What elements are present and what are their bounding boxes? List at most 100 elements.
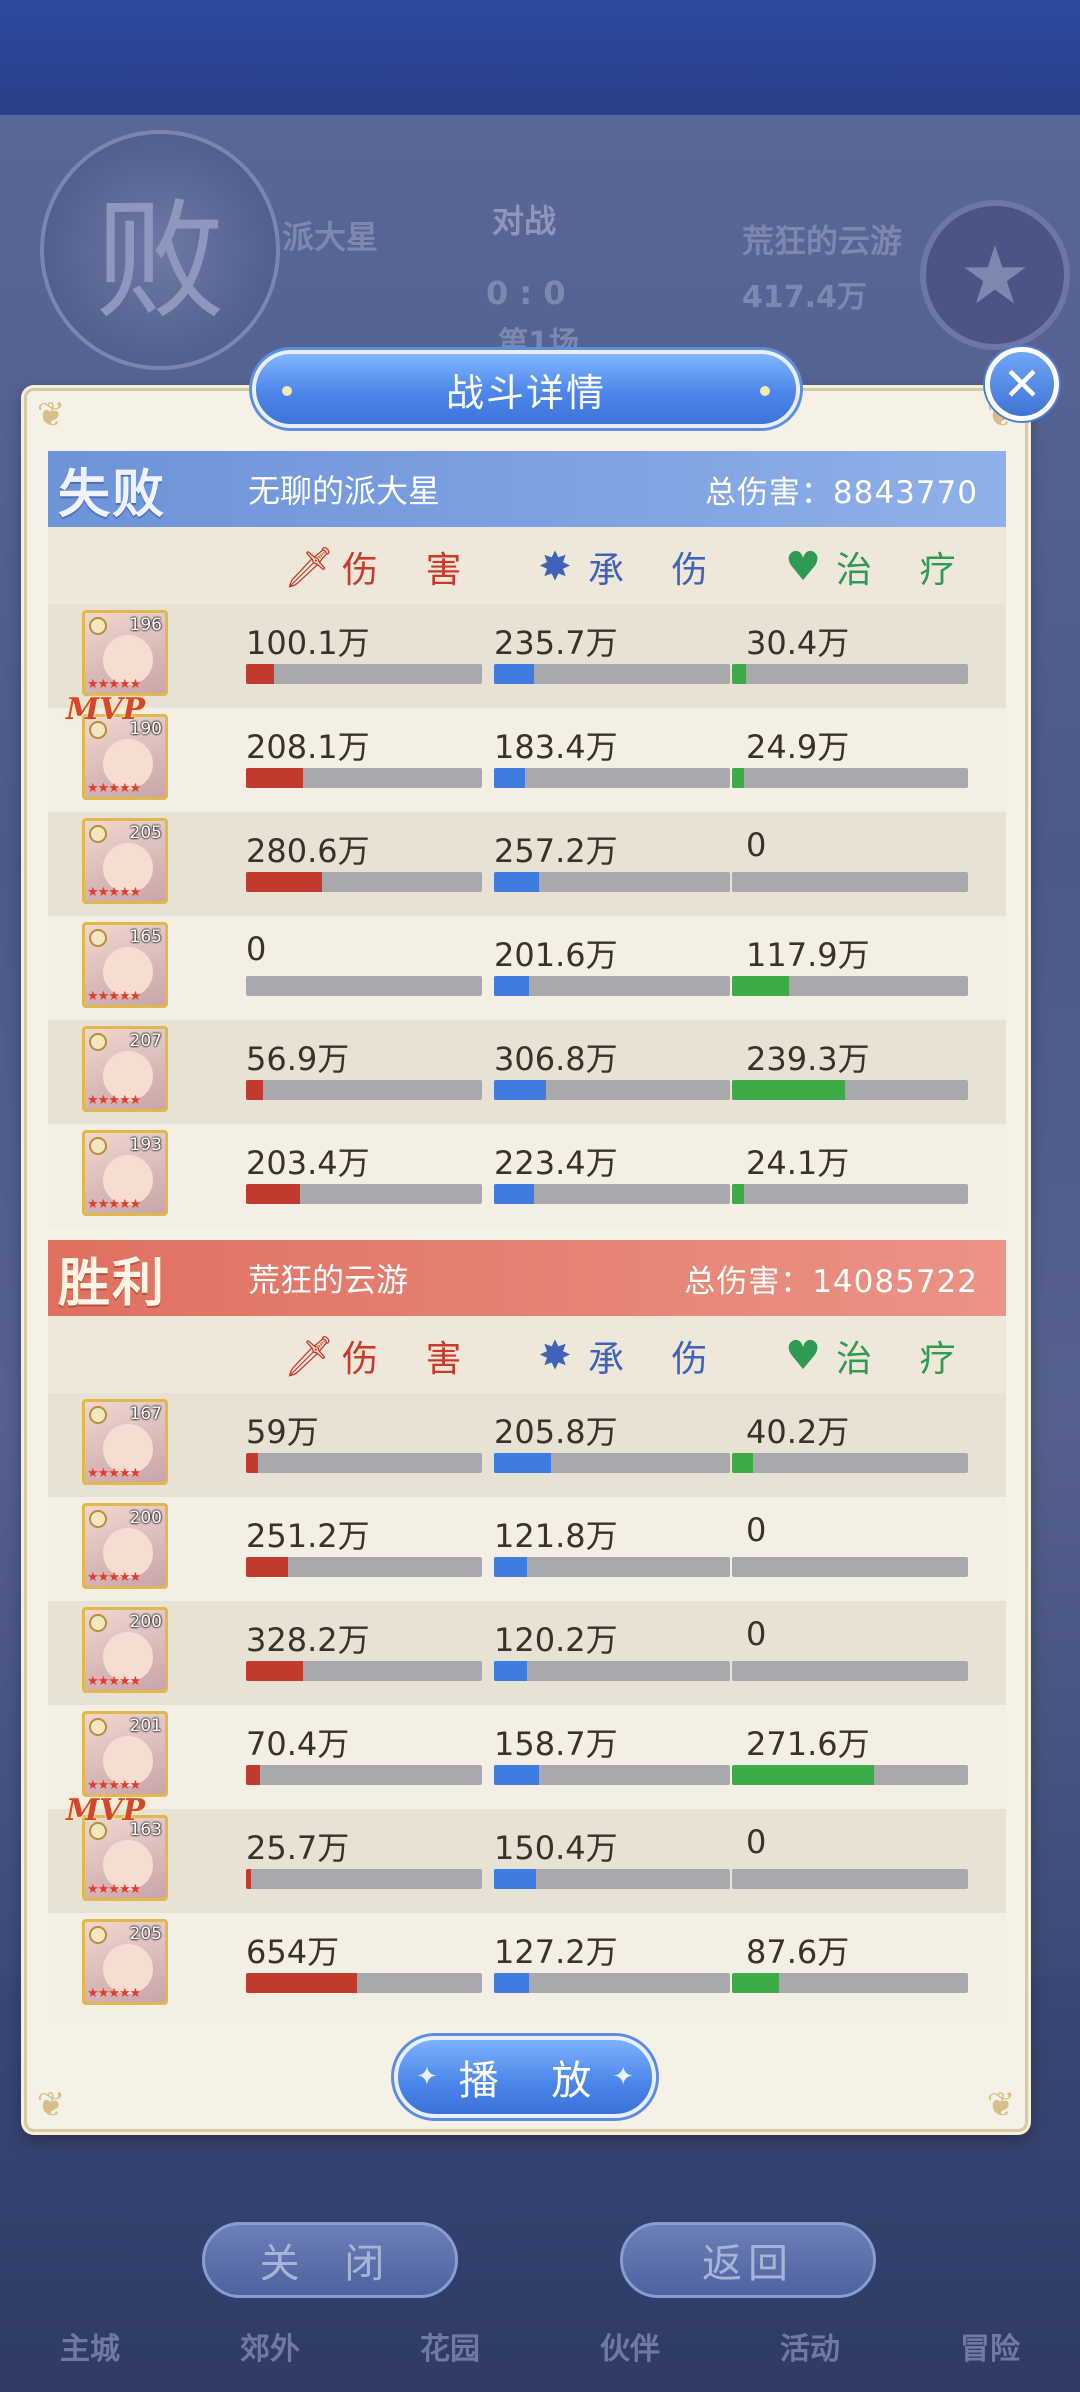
damage-value: 59万 bbox=[246, 1413, 319, 1451]
heal-value: 40.2万 bbox=[746, 1413, 850, 1451]
damage-bar-fill bbox=[246, 768, 303, 788]
dialog-title: 战斗详情 bbox=[445, 370, 606, 415]
hero-avatar[interactable]: 200 ★★★★★ bbox=[82, 1607, 168, 1693]
heal-bar bbox=[732, 1453, 968, 1473]
table-row: 205 ★★★★★ 280.6万 257.2万 0 bbox=[48, 812, 1006, 916]
hero-avatar[interactable]: 200 ★★★★★ bbox=[82, 1503, 168, 1589]
taken-value: 306.8万 bbox=[494, 1040, 618, 1078]
hero-avatar[interactable]: 193 ★★★★★ bbox=[82, 1130, 168, 1216]
heal-bar bbox=[732, 1661, 968, 1681]
hero-level: 196 bbox=[129, 615, 162, 635]
corner-ornament-icon: ❦ bbox=[36, 395, 66, 435]
heal-value: 24.1万 bbox=[746, 1144, 850, 1182]
class-icon bbox=[89, 825, 107, 843]
hero-level: 200 bbox=[129, 1612, 162, 1632]
damage-bar bbox=[246, 872, 482, 892]
hero-avatar[interactable]: 207 ★★★★★ bbox=[82, 1026, 168, 1112]
bg-vs-label: 对战 bbox=[492, 202, 557, 240]
taken-bar-fill bbox=[494, 872, 539, 892]
corner-ornament-icon: ❦ bbox=[986, 2085, 1016, 2125]
table-row: 193 ★★★★★ 203.4万 223.4万 24.1万 bbox=[48, 1124, 1006, 1228]
heal-value: 0 bbox=[746, 1511, 767, 1549]
class-icon bbox=[89, 1926, 107, 1944]
heal-value: 239.3万 bbox=[746, 1040, 870, 1078]
bg-player-right-name: 荒狂的云游 bbox=[742, 222, 903, 260]
damage-bar-fill bbox=[246, 1557, 289, 1577]
heal-value: 0 bbox=[746, 1823, 767, 1861]
bg-right-power: 417.4万 bbox=[742, 280, 867, 315]
taken-bar bbox=[494, 768, 730, 788]
taken-bar-fill bbox=[494, 1184, 535, 1204]
hero-level: 205 bbox=[129, 1924, 162, 1944]
taken-bar-fill bbox=[494, 768, 525, 788]
close-icon: ✕ bbox=[1002, 357, 1042, 411]
taken-bar-fill bbox=[494, 1973, 530, 1993]
damage-bar-fill bbox=[246, 1453, 258, 1473]
table-row: 196 ★★★★★ 100.1万 235.7万 30.4万 bbox=[48, 604, 1006, 708]
damage-bar bbox=[246, 1453, 482, 1473]
taken-bar bbox=[494, 976, 730, 996]
column-header-row: 🗡 伤 害 ✸ 承 伤 ♥ 治 疗 bbox=[48, 527, 1006, 607]
taken-bar bbox=[494, 1557, 730, 1577]
table-row: 207 ★★★★★ 56.9万 306.8万 239.3万 bbox=[48, 1020, 1006, 1124]
damage-value: 203.4万 bbox=[246, 1144, 370, 1182]
heal-bar bbox=[732, 1765, 968, 1785]
taken-value: 257.2万 bbox=[494, 832, 618, 870]
damage-column-label: 伤 害 bbox=[342, 550, 480, 591]
class-icon bbox=[89, 1406, 107, 1424]
star-rating-icon: ★★★★★ bbox=[87, 1882, 141, 1897]
star-rating-icon: ★★★★★ bbox=[87, 1570, 141, 1585]
hero-avatar[interactable]: 205 ★★★★★ bbox=[82, 1919, 168, 2005]
damage-bar-fill bbox=[246, 1973, 357, 1993]
damage-value: 0 bbox=[246, 930, 267, 968]
taken-bar bbox=[494, 1453, 730, 1473]
heal-value: 271.6万 bbox=[746, 1725, 870, 1763]
heal-bar-fill bbox=[732, 1765, 874, 1785]
damage-bar-fill bbox=[246, 1184, 301, 1204]
star-rating-icon: ★★★★★ bbox=[87, 1197, 141, 1212]
close-button[interactable]: ✕ bbox=[985, 347, 1059, 421]
defeat-seal: 败 bbox=[40, 130, 280, 370]
heal-column-header: ♥ 治 疗 bbox=[778, 1333, 973, 1380]
star-rating-icon: ★★★★★ bbox=[87, 989, 141, 1004]
class-icon bbox=[89, 1718, 107, 1736]
team-total-damage: 总伤害：8843770 bbox=[704, 474, 978, 511]
table-row: 205 ★★★★★ 654万 127.2万 87.6万 bbox=[48, 1913, 1006, 2017]
hero-avatar[interactable]: 205 ★★★★★ bbox=[82, 818, 168, 904]
heal-value: 117.9万 bbox=[746, 936, 870, 974]
team-result: 失败 bbox=[58, 463, 167, 525]
hero-avatar[interactable]: 167 ★★★★★ bbox=[82, 1399, 168, 1485]
taken-value: 183.4万 bbox=[494, 728, 618, 766]
damage-column-header: 🗡 伤 害 bbox=[284, 1334, 479, 1381]
hero-avatar[interactable]: 196 ★★★★★ bbox=[82, 610, 168, 696]
hero-avatar[interactable]: 201 ★★★★★ bbox=[82, 1711, 168, 1797]
taken-value: 120.2万 bbox=[494, 1621, 618, 1659]
star-rating-icon: ★★★★★ bbox=[87, 1986, 141, 2001]
taken-bar bbox=[494, 1184, 730, 1204]
top-banner bbox=[0, 0, 1080, 115]
taken-value: 150.4万 bbox=[494, 1829, 618, 1867]
heal-column-label: 治 疗 bbox=[836, 550, 974, 591]
damage-value: 25.7万 bbox=[246, 1829, 350, 1867]
class-icon bbox=[89, 1137, 107, 1155]
hero-avatar[interactable]: 165 ★★★★★ bbox=[82, 922, 168, 1008]
heal-bar-fill bbox=[732, 976, 789, 996]
taken-bar-fill bbox=[494, 1661, 528, 1681]
nav-item: 伙伴 bbox=[600, 2332, 660, 2367]
mvp-badge: MVP bbox=[66, 692, 146, 727]
damage-column-label: 伤 害 bbox=[342, 1339, 480, 1380]
bg-score: 0 : 0 bbox=[486, 274, 566, 312]
heal-bar bbox=[732, 872, 968, 892]
damage-value: 70.4万 bbox=[246, 1725, 350, 1763]
heal-bar bbox=[732, 768, 968, 788]
taken-bar-fill bbox=[494, 1080, 546, 1100]
heal-bar-fill bbox=[732, 768, 744, 788]
nav-item: 郊外 bbox=[240, 2332, 300, 2367]
nav-item: 冒险 bbox=[960, 2332, 1020, 2367]
play-replay-button[interactable]: ✦ 播 放 ✦ bbox=[394, 2036, 656, 2118]
taken-bar bbox=[494, 1080, 730, 1100]
hero-level: 193 bbox=[129, 1135, 162, 1155]
heal-bar bbox=[732, 1557, 968, 1577]
damage-column-header: 🗡 伤 害 bbox=[284, 545, 479, 592]
damage-bar bbox=[246, 1080, 482, 1100]
